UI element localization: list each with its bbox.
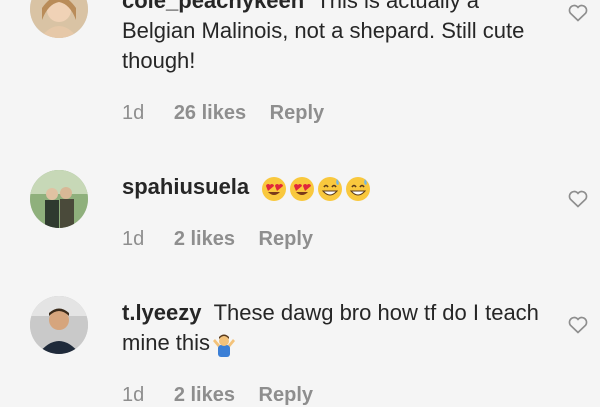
heart-eyes-emoji-icon [262,177,287,202]
avatar[interactable] [30,170,88,228]
grinning-sweat-emoji-icon [318,177,343,202]
avatar-image [30,170,88,228]
reply-button[interactable]: Reply [270,102,324,125]
comment-likes[interactable]: 2 likes [174,228,235,251]
comment-likes[interactable]: 2 likes [174,384,235,407]
grinning-sweat-emoji-icon [346,177,371,202]
person-shrugging-emoji-icon [213,334,236,358]
heart-outline-icon[interactable] [566,186,590,210]
heart-outline-icon[interactable] [566,312,590,336]
comment-username[interactable]: spahiusuela [122,174,255,199]
reply-button[interactable]: Reply [259,228,313,251]
comment-body: spahiusuela [122,172,542,203]
avatar[interactable] [30,296,88,354]
avatar-image [30,296,88,354]
comment-username[interactable]: cole_peachykeen [122,0,310,13]
reply-button[interactable]: Reply [259,384,313,407]
comment-meta: 1d 2 likes Reply [122,228,331,251]
heart-eyes-emoji-icon [290,177,315,202]
comment-time: 1d [122,384,145,406]
emoji-row [261,173,373,203]
avatar-image [30,0,88,38]
comment-time: 1d [122,102,145,124]
comment-time: 1d [122,228,145,250]
comment-body: t.lyeezy These dawg bro how tf do I teac… [122,298,542,358]
comment-body: cole_peachykeen This is actually a Belgi… [122,0,542,76]
avatar[interactable] [30,0,88,38]
comment-username[interactable]: t.lyeezy [122,300,208,325]
comment-meta: 1d 26 likes Reply [122,102,342,125]
comment-likes[interactable]: 26 likes [174,102,246,125]
heart-outline-icon[interactable] [566,0,590,24]
comment-meta: 1d 2 likes Reply [122,384,331,407]
